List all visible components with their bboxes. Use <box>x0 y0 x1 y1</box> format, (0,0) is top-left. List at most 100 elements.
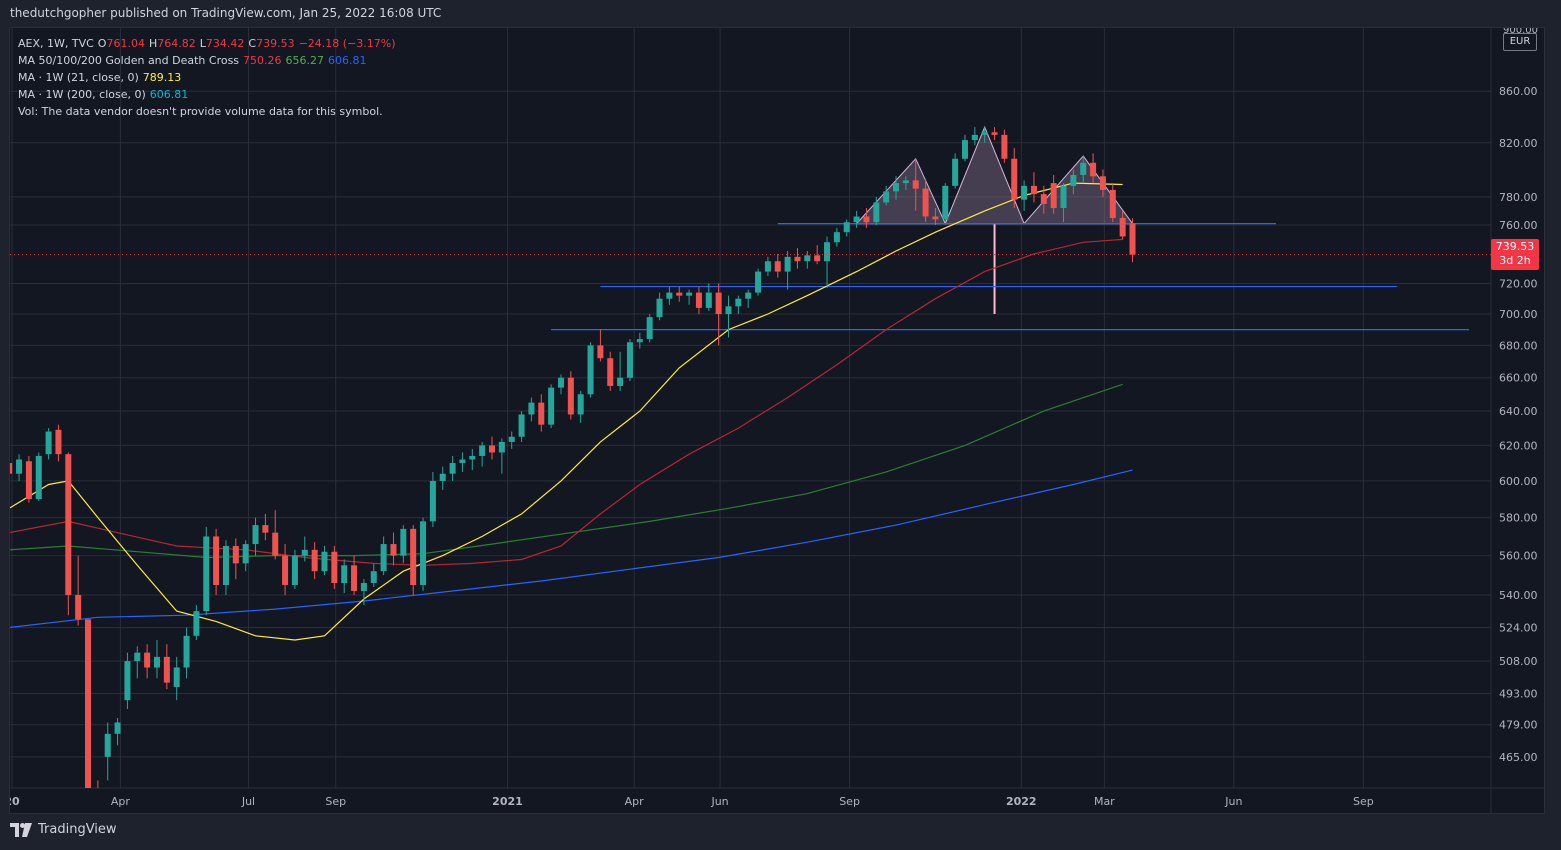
candle-body <box>25 461 32 500</box>
candle-body <box>814 255 821 262</box>
candlestick-chart[interactable]: 860.00 820.00 780.00 760.00 720.00 700.00 680.… <box>10 28 1544 813</box>
candle-body <box>331 551 338 584</box>
candle-body <box>1129 223 1136 255</box>
currency-badge[interactable]: EUR <box>1503 33 1537 51</box>
candle-body <box>449 463 456 474</box>
x-tick-label: Mar <box>1094 795 1115 808</box>
y-tick-label: 479.00 <box>1499 719 1538 732</box>
candle-body <box>636 339 643 343</box>
candle-body <box>981 132 988 135</box>
candle-body <box>193 611 200 636</box>
x-tick-label: Jun <box>710 795 728 808</box>
tradingview-logo-icon[interactable] <box>10 822 32 837</box>
chart-legend: AEX, 1W, TVC O761.04 H764.82 L734.42 C739.53… <box>18 35 400 120</box>
candle-body <box>508 436 515 442</box>
candle-body <box>843 222 850 233</box>
legend-symbol[interactable]: AEX, 1W, TVC <box>18 37 94 50</box>
candle-body <box>666 292 673 299</box>
legend-ma-cross-name: MA 50/100/200 Golden and Death Cross <box>18 54 240 67</box>
candle-body <box>498 441 505 453</box>
candle-body <box>291 555 298 585</box>
legend-ohlc-row: AEX, 1W, TVC O761.04 H764.82 L734.42 C739.53… <box>18 35 400 52</box>
candle-body <box>912 180 919 189</box>
candle-body <box>10 463 13 474</box>
candle-body <box>705 292 712 308</box>
candle-body <box>646 317 653 340</box>
candle-body <box>341 565 348 584</box>
candle-body <box>942 185 949 220</box>
candle-body <box>242 544 249 564</box>
candle-body <box>1080 162 1087 175</box>
candle-body <box>538 402 545 425</box>
x-axis-labels: 20 Apr Jul Sep 2021 Apr Jun Sep 2022 Mar Jun Sep <box>10 795 1374 808</box>
candle-body <box>833 232 840 243</box>
candle-body <box>883 191 890 203</box>
candle-body <box>85 619 92 788</box>
x-tick-label: Jul <box>241 795 255 808</box>
legend-ma200b-row[interactable]: MA · 1W (200, close, 0) 606.81 <box>18 86 400 103</box>
candle-body <box>863 216 870 223</box>
candle-body <box>1090 162 1097 177</box>
candle-body <box>459 459 466 464</box>
plot-area <box>10 125 1469 804</box>
candle-body <box>380 544 387 572</box>
x-tick-label: Sep <box>1353 795 1374 808</box>
legend-ma-cross-row[interactable]: MA 50/100/200 Golden and Death Cross 750.… <box>18 52 400 69</box>
y-tick-label: 760.00 <box>1499 219 1538 232</box>
candle-body <box>252 525 259 545</box>
candle-body <box>144 652 151 668</box>
candle-body <box>222 545 229 585</box>
candle-body <box>104 733 111 757</box>
candle-body <box>686 292 693 296</box>
candle-body <box>725 306 732 315</box>
candle-body <box>95 792 101 804</box>
x-tick-label: Sep <box>325 795 346 808</box>
candle-body <box>469 455 476 460</box>
x-tick-label: 20 <box>10 795 20 808</box>
candle-body <box>824 242 831 262</box>
candle-body <box>351 565 358 591</box>
chart-pane[interactable]: 860.00 820.00 780.00 760.00 720.00 700.00 680.… <box>9 27 1545 814</box>
y-tick-label: 540.00 <box>1499 589 1538 602</box>
candle-body <box>755 271 762 293</box>
legend-high: 764.82 <box>157 37 196 50</box>
candle-body <box>1021 185 1028 200</box>
candle-body <box>203 536 210 612</box>
y-axis-labels: 860.00 820.00 780.00 760.00 720.00 700.00 680.… <box>1499 28 1538 764</box>
candle-body <box>715 292 722 315</box>
candle-body <box>567 377 574 415</box>
candle-body <box>922 188 929 217</box>
candle-body <box>35 455 42 500</box>
candle-body <box>55 429 62 455</box>
y-tick-label: 560.00 <box>1499 550 1538 563</box>
x-tick-label: 2021 <box>492 795 523 808</box>
y-tick-label: 580.00 <box>1499 512 1538 525</box>
candle-body <box>617 377 624 386</box>
candle-body <box>587 345 594 395</box>
legend-close-label: C <box>248 37 257 50</box>
y-tick-label: 620.00 <box>1499 439 1538 452</box>
candle-body <box>804 255 811 262</box>
y-tick-label: 720.00 <box>1499 278 1538 291</box>
candle-body <box>656 298 663 318</box>
candle-body <box>991 132 998 135</box>
candle-body <box>961 140 968 159</box>
candle-body <box>479 445 486 456</box>
legend-ma21-row[interactable]: MA · 1W (21, close, 0) 789.13 <box>18 69 400 86</box>
legend-low-label: L <box>199 37 206 50</box>
candle-body <box>557 377 564 388</box>
candle-body <box>282 555 289 585</box>
candle-body <box>163 656 170 683</box>
candle-body <box>1001 134 1008 159</box>
y-tick-label: 465.00 <box>1499 751 1538 764</box>
legend-ma21-value: 789.13 <box>142 71 182 84</box>
y-tick-label: 600.00 <box>1499 475 1538 488</box>
candle-body <box>597 345 604 359</box>
candle-body <box>1119 217 1126 237</box>
candle-body <box>400 528 407 556</box>
x-tick-label: Apr <box>111 795 131 808</box>
x-tick-label: Jun <box>1224 795 1242 808</box>
legend-open: 761.04 <box>106 37 145 50</box>
last-price-value: 739.53 <box>1495 240 1535 253</box>
x-tick-label: Sep <box>839 795 860 808</box>
